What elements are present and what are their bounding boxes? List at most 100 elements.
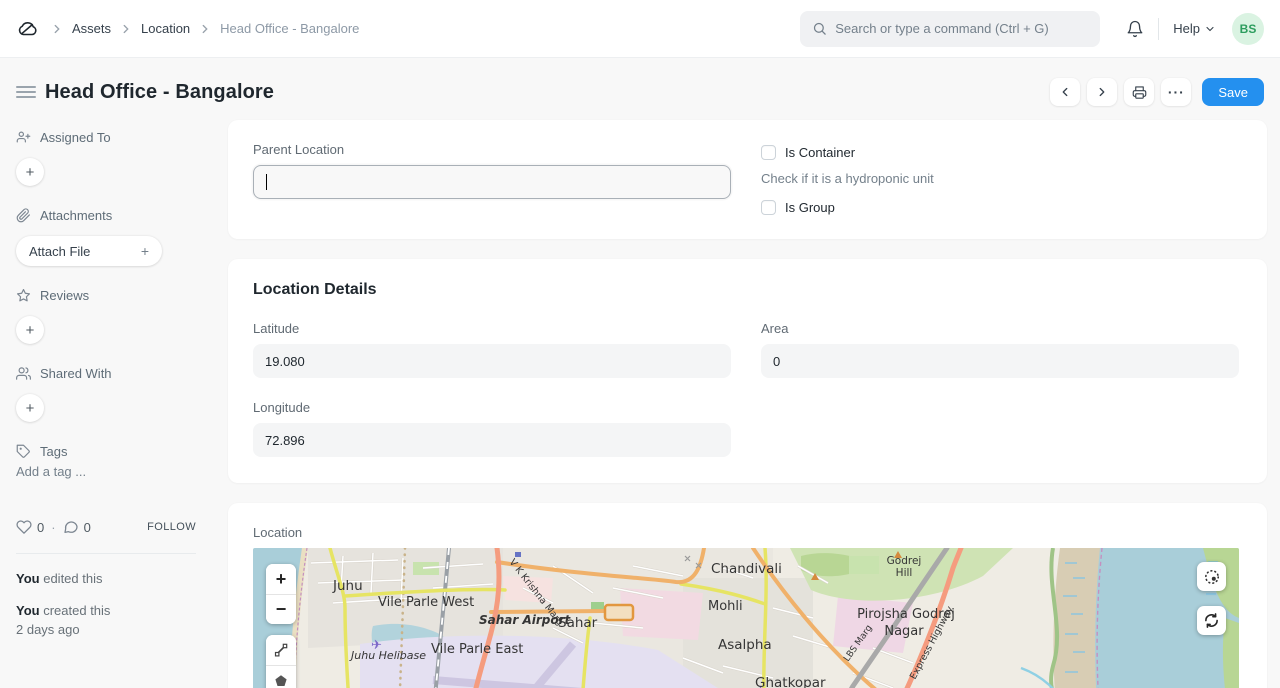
latitude-label: Latitude (253, 321, 731, 336)
activity-actor: You (16, 603, 40, 618)
area-label: Area (761, 321, 1239, 336)
is-container-description: Check if it is a hydroponic unit (761, 171, 1239, 186)
search-placeholder: Search or type a command (Ctrl + G) (835, 21, 1049, 36)
heart-icon[interactable] (16, 519, 32, 535)
comment-count: 0 (84, 520, 91, 535)
save-button[interactable]: Save (1202, 78, 1264, 106)
is-group-label: Is Group (785, 200, 835, 215)
is-container-label: Is Container (785, 145, 855, 160)
chevron-right-icon (1095, 85, 1109, 99)
chevron-right-icon (119, 22, 133, 36)
document-sidebar: Assigned To + Attachments Attach File + … (0, 120, 212, 653)
chevron-down-icon (1204, 23, 1216, 35)
sidebar-toggle-icon[interactable] (16, 86, 36, 98)
activity-timestamp: 2 days ago (16, 621, 196, 640)
activity-entry: You created this 2 days ago (16, 602, 196, 640)
like-count: 0 (37, 520, 44, 535)
parent-location-input[interactable] (253, 165, 731, 199)
breadcrumb: Assets Location Head Office - Bangalore (16, 16, 359, 42)
draw-polyline-button[interactable] (266, 635, 296, 665)
next-document-button[interactable] (1087, 78, 1117, 106)
activity-action: created this (43, 603, 110, 618)
longitude-input[interactable] (253, 423, 731, 457)
map-zoom-control: + − (266, 564, 296, 624)
latitude-input[interactable] (253, 344, 731, 378)
more-options-button[interactable]: ··· (1161, 78, 1191, 106)
map-label: Nagar (884, 624, 924, 639)
map-label: Hill (896, 567, 913, 579)
plus-icon: + (141, 243, 149, 259)
activity-log: You edited this You created this 2 days … (16, 570, 196, 640)
map-label: Sahar (558, 615, 598, 631)
shared-with-label: Shared With (40, 366, 112, 381)
card-location-details: Location Details Latitude Area Longitude (228, 259, 1267, 483)
map-label: Godrej (887, 555, 922, 567)
card-location-map: Location (228, 503, 1267, 688)
area-input[interactable] (761, 344, 1239, 378)
help-label: Help (1173, 21, 1200, 36)
map-label: Mohli (708, 599, 743, 614)
attach-file-label: Attach File (29, 244, 90, 259)
map-label-helibase: Juhu Helibase (349, 649, 426, 662)
openstreetmap-tiles: ✈ ✈ Juhu Vile Parle West Sahar Airport S… (253, 548, 1239, 688)
add-tag-input[interactable]: Add a tag ... (16, 464, 196, 479)
refresh-icon (1204, 613, 1219, 628)
user-avatar[interactable]: BS (1232, 13, 1264, 45)
is-container-checkbox[interactable] (761, 145, 776, 160)
add-assignment-button[interactable]: + (16, 158, 44, 186)
page-header: Head Office - Bangalore ··· Save (0, 58, 1280, 120)
navbar: Assets Location Head Office - Bangalore … (0, 0, 1280, 58)
comment-icon[interactable] (63, 519, 79, 535)
polyline-icon (273, 642, 289, 658)
attachments-label: Attachments (40, 208, 112, 223)
page-title: Head Office - Bangalore (45, 81, 274, 104)
previous-document-button[interactable] (1050, 78, 1080, 106)
print-button[interactable] (1124, 78, 1154, 106)
user-plus-icon (16, 130, 31, 145)
printer-icon (1132, 85, 1147, 100)
dot-separator: · (51, 520, 55, 535)
chevron-right-icon (198, 22, 212, 36)
polygon-icon (273, 673, 289, 688)
map-locate-button[interactable] (1197, 562, 1226, 591)
engagement-row: 0 · 0 FOLLOW (16, 519, 196, 535)
form-area: Parent Location Is Container Check if it… (212, 120, 1280, 688)
chevron-left-icon (1058, 85, 1072, 99)
map-zoom-out-button[interactable]: − (266, 594, 296, 624)
breadcrumb-assets[interactable]: Assets (72, 21, 111, 36)
map-label: Asalpha (718, 637, 772, 653)
add-share-button[interactable]: + (16, 394, 44, 422)
paperclip-icon (16, 208, 31, 223)
follow-button[interactable]: FOLLOW (147, 521, 196, 533)
global-search-input[interactable]: Search or type a command (Ctrl + G) (800, 11, 1100, 47)
users-icon (16, 366, 31, 381)
tags-label: Tags (40, 444, 67, 459)
leaflet-map[interactable]: ✈ ✈ Juhu Vile Parle West Sahar Airport S… (253, 548, 1239, 688)
reviews-label: Reviews (40, 288, 89, 303)
help-menu[interactable]: Help (1173, 21, 1216, 36)
map-field-label: Location (253, 525, 1239, 540)
add-review-button[interactable]: + (16, 316, 44, 344)
breadcrumb-location[interactable]: Location (141, 21, 190, 36)
map-label: Juhu (332, 578, 363, 594)
tag-icon (16, 444, 31, 459)
map-refresh-button[interactable] (1197, 606, 1226, 635)
map-label: Vile Parle East (431, 642, 523, 657)
card-parent-location: Parent Location Is Container Check if it… (228, 120, 1267, 239)
star-icon (16, 288, 31, 303)
draw-polygon-button[interactable] (266, 665, 296, 688)
breadcrumb-current: Head Office - Bangalore (220, 21, 359, 36)
map-label: Vile Parle West (378, 595, 474, 610)
is-group-checkbox[interactable] (761, 200, 776, 215)
app-logo-icon[interactable] (16, 16, 42, 42)
chevron-right-icon (50, 22, 64, 36)
activity-action: edited this (43, 571, 102, 586)
map-draw-control (266, 635, 296, 688)
parent-location-label: Parent Location (253, 142, 731, 157)
map-zoom-in-button[interactable]: + (266, 564, 296, 594)
attach-file-button[interactable]: Attach File + (16, 236, 162, 266)
map-label: Chandivali (711, 561, 782, 577)
longitude-label: Longitude (253, 400, 731, 415)
activity-entry: You edited this (16, 570, 196, 589)
notifications-bell-icon[interactable] (1126, 20, 1144, 38)
